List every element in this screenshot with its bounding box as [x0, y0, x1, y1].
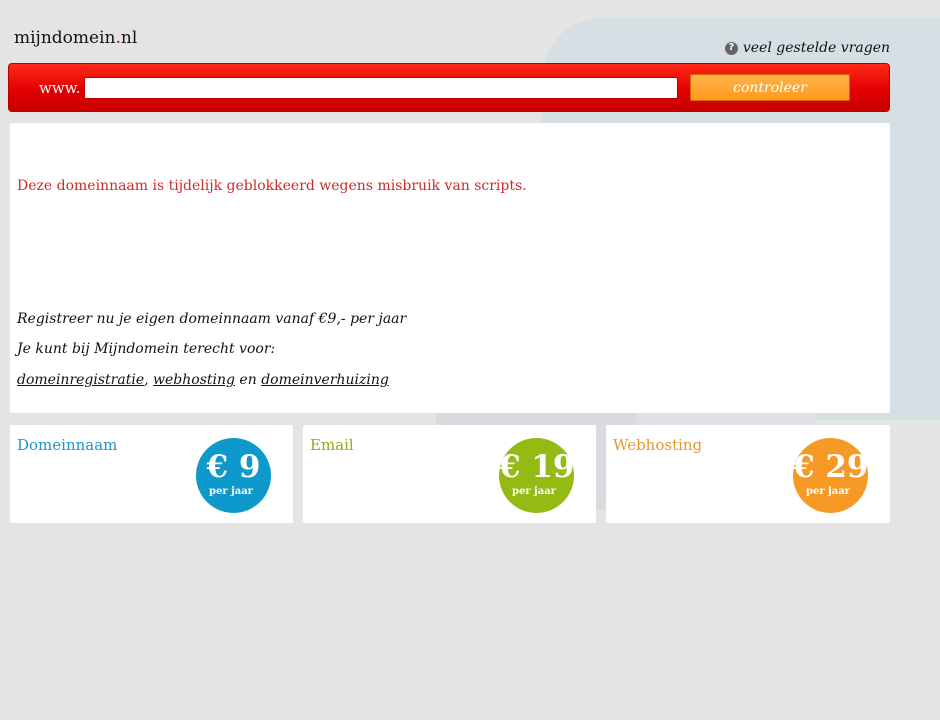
site-logo[interactable]: mijndomein.nl [14, 28, 137, 48]
page: mijndomein.nl ? veel gestelde vragen www… [0, 0, 940, 720]
link-domeinverhuizing[interactable]: domeinverhuizing [261, 372, 389, 388]
card-email[interactable]: Email € 19 per jaar [303, 425, 596, 523]
blocked-message: Deze domeinnaam is tijdelijk geblokkeerd… [17, 178, 527, 194]
domain-search-bar: www. controleer [8, 63, 890, 112]
link-webhosting[interactable]: webhosting [153, 372, 235, 388]
promo-line-services: Je kunt bij Mijndomein terecht voor: [17, 341, 276, 357]
card-domeinnaam[interactable]: Domeinnaam € 9 per jaar [10, 425, 293, 523]
price-unit: per jaar [806, 486, 850, 497]
price-amount: € 9 [206, 449, 261, 485]
logo-name: mijndomein [14, 28, 116, 48]
price-unit: per jaar [512, 486, 556, 497]
conjunction-text: en [239, 372, 257, 388]
card-webhosting[interactable]: Webhosting € 29 per jaar [606, 425, 890, 523]
check-domain-button[interactable]: controleer [690, 74, 850, 101]
www-prefix-label: www. [39, 78, 81, 97]
main-content-box: Deze domeinnaam is tijdelijk geblokkeerd… [10, 123, 890, 413]
card-title: Email [310, 436, 354, 454]
question-circle-icon: ? [724, 41, 738, 55]
price-badge: € 29 per jaar [793, 438, 869, 513]
card-title: Domeinnaam [17, 436, 118, 454]
logo-tld: nl [120, 28, 138, 48]
price-amount: € 19 [499, 449, 575, 485]
service-links: domeinregistratie, webhosting en domeinv… [17, 372, 389, 388]
price-badge: € 9 per jaar [196, 438, 271, 513]
price-amount: € 29 [793, 449, 869, 485]
price-unit: per jaar [209, 486, 253, 497]
domain-search-input[interactable] [84, 76, 678, 99]
faq-label: veel gestelde vragen [742, 40, 890, 56]
link-domeinregistratie[interactable]: domeinregistratie [17, 372, 144, 388]
price-badge: € 19 per jaar [499, 438, 575, 513]
card-title: Webhosting [613, 436, 703, 454]
faq-link[interactable]: ? veel gestelde vragen [724, 40, 890, 56]
separator-comma: , [144, 372, 149, 388]
promo-line-register: Registreer nu je eigen domeinnaam vanaf … [17, 311, 407, 327]
